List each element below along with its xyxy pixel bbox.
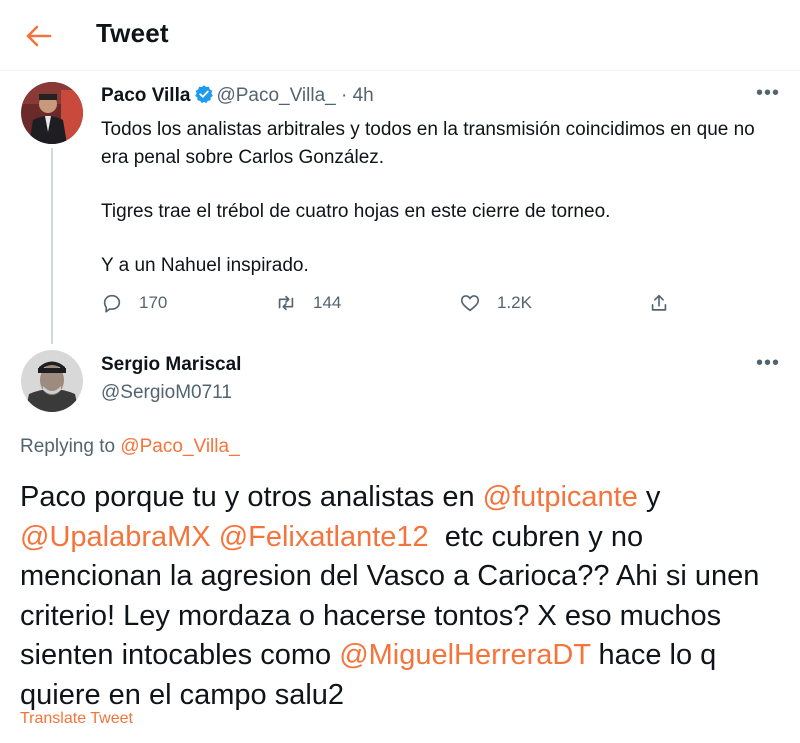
reply-count: 170 — [139, 293, 168, 312]
mention-link[interactable]: @Felixatlante12 — [219, 521, 429, 553]
reply-icon — [103, 294, 121, 313]
verified-badge-icon — [195, 85, 214, 104]
tweet-paragraph: Y a un Nahuel inspirado. — [101, 255, 309, 276]
translate-tweet-link[interactable]: Translate Tweet — [20, 710, 133, 728]
reply-text: y — [637, 481, 661, 513]
more-dots-icon[interactable]: ••• — [756, 353, 780, 376]
like-button[interactable]: 1.2K — [459, 290, 532, 316]
page-title: Tweet — [96, 18, 169, 48]
author-handle-time: @Paco_Villa_ · 4h — [216, 85, 374, 106]
top-bar: Tweet — [0, 0, 800, 71]
heart-icon — [460, 295, 480, 312]
reply-body: Paco porque tu y otros analistas en @fut… — [20, 478, 790, 715]
share-icon — [651, 294, 667, 311]
reply-button[interactable]: 170 — [101, 290, 167, 316]
tweet-paragraph: Tigres trae el trébol de cuatro hojas en… — [101, 201, 611, 222]
mention-link[interactable]: @futpicante — [483, 481, 638, 513]
retweet-button[interactable]: 144 — [275, 290, 341, 316]
retweet-count: 144 — [313, 293, 342, 312]
sergio-mariscal-avatar[interactable] — [21, 350, 83, 412]
replying-to: Replying to @Paco_Villa_ — [20, 436, 240, 458]
reply-author-name[interactable]: Sergio Mariscal — [101, 354, 241, 376]
reply-name-text: Sergio Mariscal — [101, 354, 242, 375]
tweet-author-row: Paco Villa @Paco_Villa_ · 4h — [101, 84, 374, 107]
more-dots-icon[interactable]: ••• — [756, 83, 780, 106]
tweet-body: Todos los analistas arbitrales y todos e… — [101, 116, 781, 306]
like-count: 1.2K — [497, 293, 532, 312]
retweet-icon — [278, 295, 294, 311]
reply-text — [211, 521, 219, 553]
replying-to-link[interactable]: @Paco_Villa_ — [120, 436, 239, 457]
back-button[interactable] — [24, 22, 54, 50]
mention-link[interactable]: @MiguelHerreraDT — [339, 639, 590, 671]
arrow-left-icon — [26, 25, 52, 47]
tweet-actions: 170 144 1.2K — [101, 290, 701, 316]
paco-villa-avatar[interactable] — [21, 82, 83, 144]
replying-prefix: Replying to — [20, 436, 121, 457]
share-button[interactable] — [648, 290, 686, 316]
tweet-paragraph: Todos los analistas arbitrales y todos e… — [101, 119, 755, 168]
thread-connector — [51, 148, 53, 344]
author-name[interactable]: Paco Villa — [101, 85, 190, 106]
reply-author-handle: @SergioM0711 — [101, 382, 232, 403]
mention-link[interactable]: @UpalabraMX — [20, 521, 211, 553]
reply-text: Paco porque tu y otros analistas en — [20, 481, 483, 513]
